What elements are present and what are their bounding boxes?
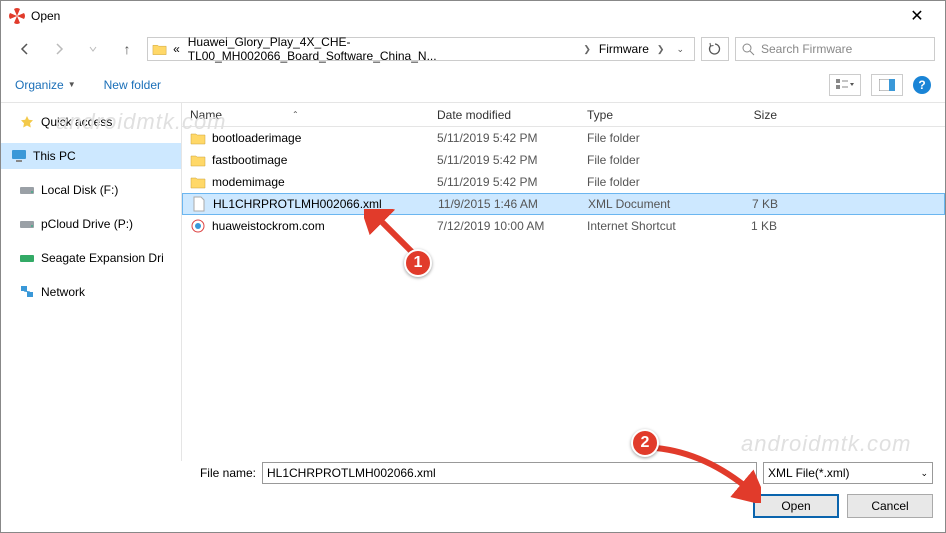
file-name-label: File name:	[186, 466, 256, 480]
file-row[interactable]: huaweistockrom.com 7/12/2019 10:00 AM In…	[182, 215, 945, 237]
chevron-right-icon[interactable]: ❯	[581, 44, 593, 55]
file-size: 7 KB	[718, 197, 798, 211]
pc-icon	[11, 148, 27, 164]
sidebar-item-network[interactable]: Network	[1, 279, 181, 305]
drive-icon	[19, 216, 35, 232]
file-type: File folder	[587, 131, 717, 145]
close-button[interactable]: ✕	[897, 6, 937, 26]
sidebar-item-label: Quick access	[41, 115, 112, 129]
nav-row: ↑ « Huawei_Glory_Play_4X_CHE-TL00_MH0020…	[1, 31, 945, 67]
file-type-filter[interactable]: XML File(*.xml)⌄	[763, 462, 933, 484]
file-name: modemimage	[212, 175, 285, 189]
sidebar-item-drive-p[interactable]: pCloud Drive (P:)	[1, 211, 181, 237]
search-input[interactable]: Search Firmware	[735, 37, 935, 61]
body: Quick access This PC Local Disk (F:) pCl…	[1, 103, 945, 461]
col-name[interactable]: Name⌃	[182, 108, 437, 122]
sidebar-item-drive-seagate[interactable]: Seagate Expansion Dri	[1, 245, 181, 271]
sidebar-item-label: Local Disk (F:)	[41, 183, 118, 197]
sidebar-item-label: Seagate Expansion Dri	[41, 251, 164, 265]
titlebar: Open ✕	[1, 1, 945, 31]
file-type: Internet Shortcut	[587, 219, 717, 233]
file-date: 11/9/2015 1:46 AM	[438, 197, 588, 211]
file-name: bootloaderimage	[212, 131, 301, 145]
file-name: HL1CHRPROTLMH002066.xml	[213, 197, 382, 211]
annotation-badge-2: 2	[631, 429, 659, 457]
sidebar-item-this-pc[interactable]: This PC	[1, 143, 181, 169]
file-date: 5/11/2019 5:42 PM	[437, 153, 587, 167]
up-button[interactable]: ↑	[113, 37, 141, 61]
star-icon	[19, 114, 35, 130]
preview-pane-button[interactable]	[871, 74, 903, 96]
column-headers: Name⌃ Date modified Type Size	[182, 103, 945, 127]
crumb-current[interactable]: Firmware	[597, 42, 651, 56]
help-button[interactable]: ?	[913, 76, 931, 94]
forward-button[interactable]	[45, 37, 73, 61]
search-placeholder: Search Firmware	[761, 42, 852, 56]
address-bar[interactable]: « Huawei_Glory_Play_4X_CHE-TL00_MH002066…	[147, 37, 695, 61]
file-type: XML Document	[588, 197, 718, 211]
refresh-button[interactable]	[701, 37, 729, 61]
folder-icon	[190, 152, 206, 168]
drive-icon	[19, 250, 35, 266]
sidebar-item-label: This PC	[33, 149, 76, 163]
huawei-logo-icon	[9, 8, 25, 24]
cancel-button[interactable]: Cancel	[847, 494, 933, 518]
file-date: 5/11/2019 5:42 PM	[437, 175, 587, 189]
recent-dropdown[interactable]	[79, 37, 107, 61]
sidebar-item-label: Network	[41, 285, 85, 299]
address-dropdown[interactable]: ⌄	[670, 44, 690, 55]
toolbar: Organize▼ New folder ?	[1, 67, 945, 103]
file-row[interactable]: fastbootimage 5/11/2019 5:42 PM File fol…	[182, 149, 945, 171]
col-size[interactable]: Size	[717, 108, 797, 122]
crumb-prefix[interactable]: «	[171, 42, 182, 56]
bottom-panel: File name: XML File(*.xml)⌄ Open Cancel	[1, 452, 945, 532]
back-button[interactable]	[11, 37, 39, 61]
file-pane: Name⌃ Date modified Type Size bootloader…	[181, 103, 945, 461]
sidebar: Quick access This PC Local Disk (F:) pCl…	[1, 103, 181, 461]
crumb-parent[interactable]: Huawei_Glory_Play_4X_CHE-TL00_MH002066_B…	[186, 35, 578, 63]
sidebar-item-drive-f[interactable]: Local Disk (F:)	[1, 177, 181, 203]
drive-icon	[19, 182, 35, 198]
file-row[interactable]: bootloaderimage 5/11/2019 5:42 PM File f…	[182, 127, 945, 149]
chevron-down-icon: ▼	[68, 80, 76, 89]
view-options-button[interactable]	[829, 74, 861, 96]
file-size: 1 KB	[717, 219, 797, 233]
annotation-badge-1: 1	[404, 249, 432, 277]
col-date[interactable]: Date modified	[437, 108, 587, 122]
network-icon	[19, 284, 35, 300]
file-row[interactable]: HL1CHRPROTLMH002066.xml 11/9/2015 1:46 A…	[182, 193, 945, 215]
chevron-down-icon: ⌄	[920, 468, 928, 479]
shortcut-icon	[190, 218, 206, 234]
open-button[interactable]: Open	[753, 494, 839, 518]
file-date: 7/12/2019 10:00 AM	[437, 219, 587, 233]
folder-icon	[152, 42, 167, 56]
file-row[interactable]: modemimage 5/11/2019 5:42 PM File folder	[182, 171, 945, 193]
file-name: huaweistockrom.com	[212, 219, 325, 233]
organize-button[interactable]: Organize▼	[15, 78, 76, 92]
file-date: 5/11/2019 5:42 PM	[437, 131, 587, 145]
file-name: fastbootimage	[212, 153, 287, 167]
file-type: File folder	[587, 153, 717, 167]
sort-caret-icon: ⌃	[292, 110, 299, 119]
col-type[interactable]: Type	[587, 108, 717, 122]
sidebar-item-label: pCloud Drive (P:)	[41, 217, 133, 231]
window-title: Open	[31, 9, 897, 23]
sidebar-item-quick-access[interactable]: Quick access	[1, 109, 181, 135]
folder-icon	[190, 174, 206, 190]
folder-icon	[190, 130, 206, 146]
annotation-arrow-icon	[651, 443, 761, 503]
chevron-right-icon[interactable]: ❯	[655, 44, 667, 55]
file-type: File folder	[587, 175, 717, 189]
search-icon	[742, 43, 755, 56]
xml-file-icon	[191, 196, 207, 212]
new-folder-button[interactable]: New folder	[104, 78, 161, 92]
